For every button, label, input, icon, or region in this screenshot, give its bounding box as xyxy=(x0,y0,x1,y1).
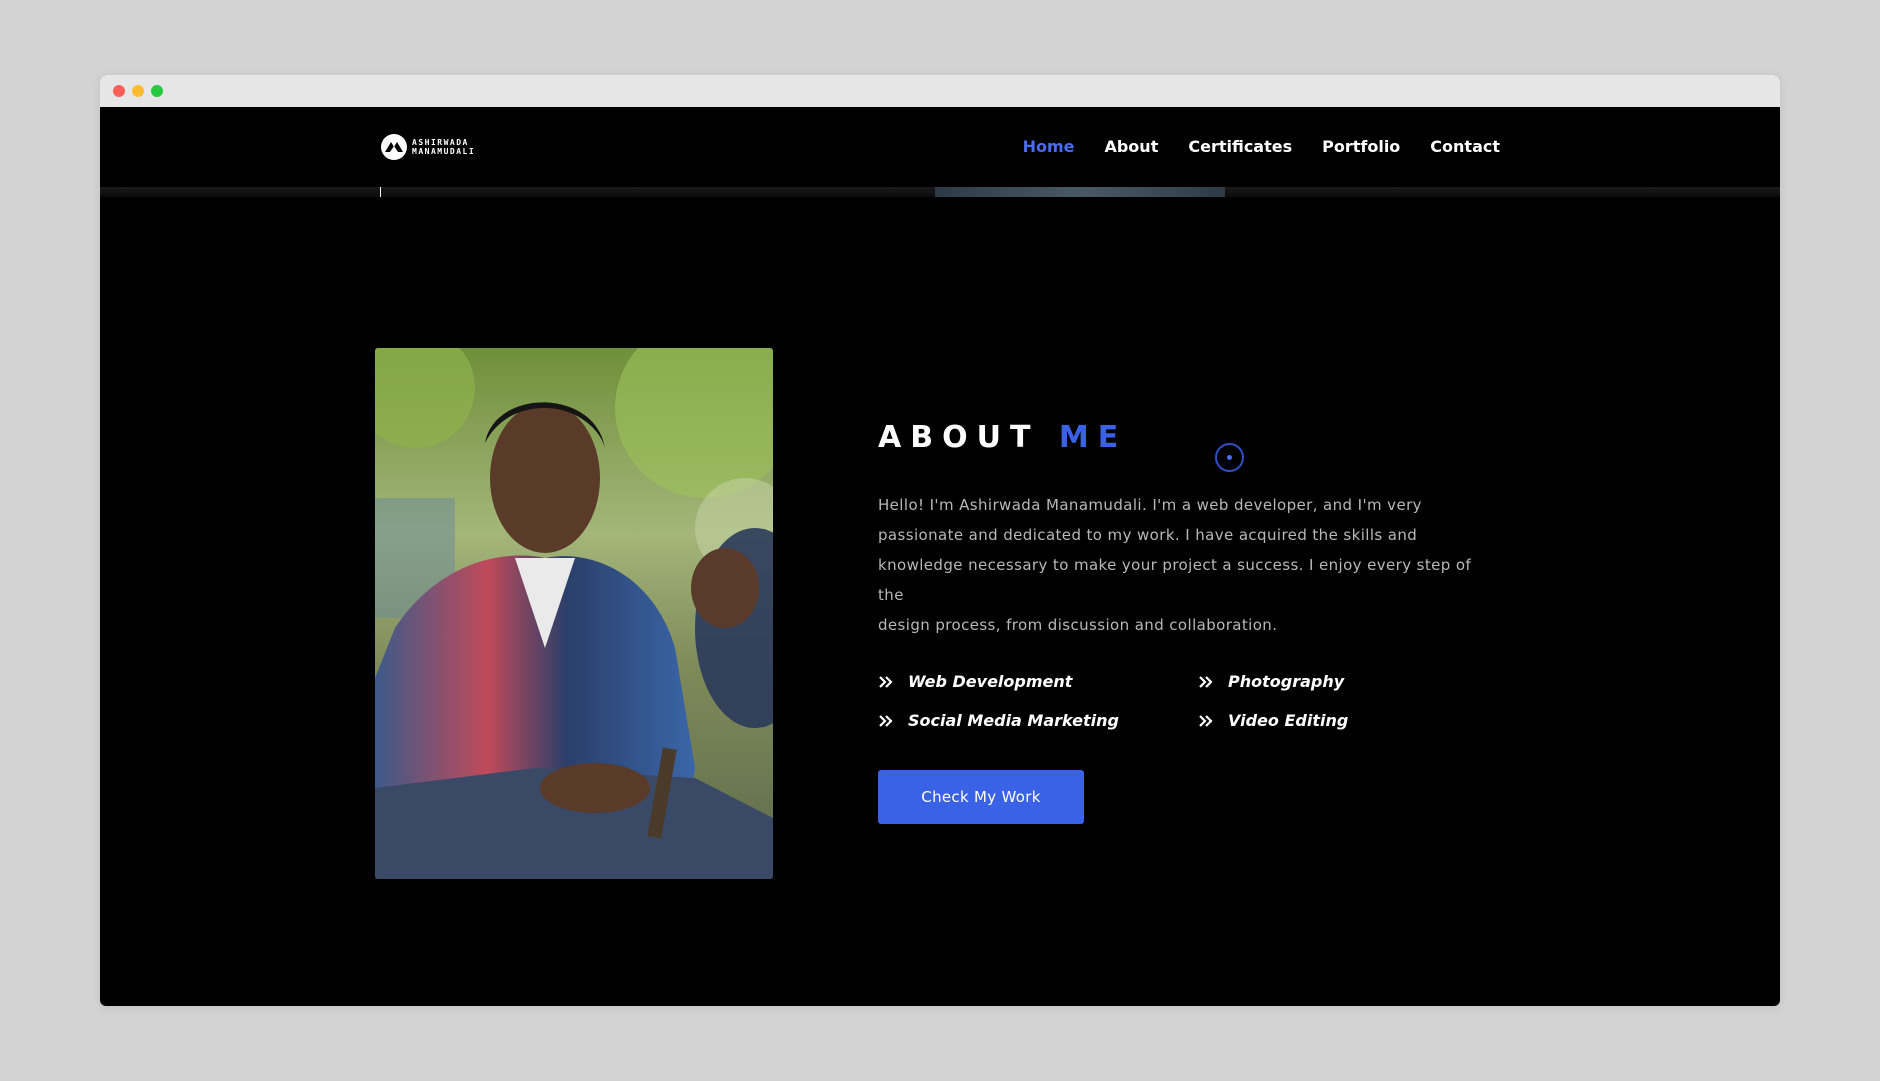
window-titlebar xyxy=(100,75,1780,107)
about-description: Hello! I'm Ashirwada Manamudali. I'm a w… xyxy=(878,490,1498,640)
skill-label: Social Media Marketing xyxy=(908,711,1119,730)
about-description-line-3: knowledge necessary to make your project… xyxy=(878,556,1472,604)
hero-image-edge xyxy=(935,187,1225,197)
about-description-line-4: design process, from discussion and coll… xyxy=(878,616,1278,634)
double-chevron-right-icon xyxy=(879,714,893,727)
skill-item: Photography xyxy=(1198,672,1498,691)
about-heading-accent: ME xyxy=(1058,420,1128,455)
double-chevron-right-icon xyxy=(1199,675,1213,688)
text-cursor xyxy=(380,187,381,197)
site-header: ASHIRWADA MANAMUDALI Home About Certific… xyxy=(100,107,1780,187)
profile-photo xyxy=(375,348,773,879)
about-heading: ABOUT ME xyxy=(878,420,1498,455)
double-chevron-right-icon xyxy=(879,675,893,688)
circle-dot-icon xyxy=(1215,443,1244,472)
skill-item: Web Development xyxy=(878,672,1198,691)
minimize-window-button[interactable] xyxy=(132,85,144,97)
maximize-window-button[interactable] xyxy=(151,85,163,97)
site-logo[interactable]: ASHIRWADA MANAMUDALI xyxy=(380,133,475,161)
skill-label: Photography xyxy=(1228,672,1345,691)
nav-certificates-link[interactable]: Certificates xyxy=(1188,137,1292,156)
nav-portfolio-link[interactable]: Portfolio xyxy=(1322,137,1400,156)
nav-about-link[interactable]: About xyxy=(1104,137,1158,156)
about-description-line-2: passionate and dedicated to my work. I h… xyxy=(878,526,1418,544)
logo-wordmark: ASHIRWADA MANAMUDALI xyxy=(412,138,475,156)
nav-home-link[interactable]: Home xyxy=(1023,137,1075,156)
skill-item: Video Editing xyxy=(1198,711,1498,730)
close-window-button[interactable] xyxy=(113,85,125,97)
skill-item: Social Media Marketing xyxy=(878,711,1198,730)
skill-label: Video Editing xyxy=(1228,711,1349,730)
double-chevron-right-icon xyxy=(1199,714,1213,727)
logo-mark-icon xyxy=(381,134,407,160)
about-section: ABOUT ME Hello! I'm Ashirwada Manamudali… xyxy=(878,420,1498,824)
logo-line-2: MANAMUDALI xyxy=(412,147,476,156)
about-description-line-1: Hello! I'm Ashirwada Manamudali. I'm a w… xyxy=(878,496,1422,514)
nav-contact-link[interactable]: Contact xyxy=(1430,137,1500,156)
profile-photo-image xyxy=(375,348,773,879)
skill-label: Web Development xyxy=(908,672,1073,691)
about-heading-main: ABOUT xyxy=(878,420,1040,455)
logo-line-1: ASHIRWADA xyxy=(412,138,469,147)
skills-list: Web Development Photography Social Media… xyxy=(878,672,1498,730)
check-my-work-button[interactable]: Check My Work xyxy=(878,770,1084,824)
main-nav: Home About Certificates Portfolio Contac… xyxy=(1023,137,1500,156)
